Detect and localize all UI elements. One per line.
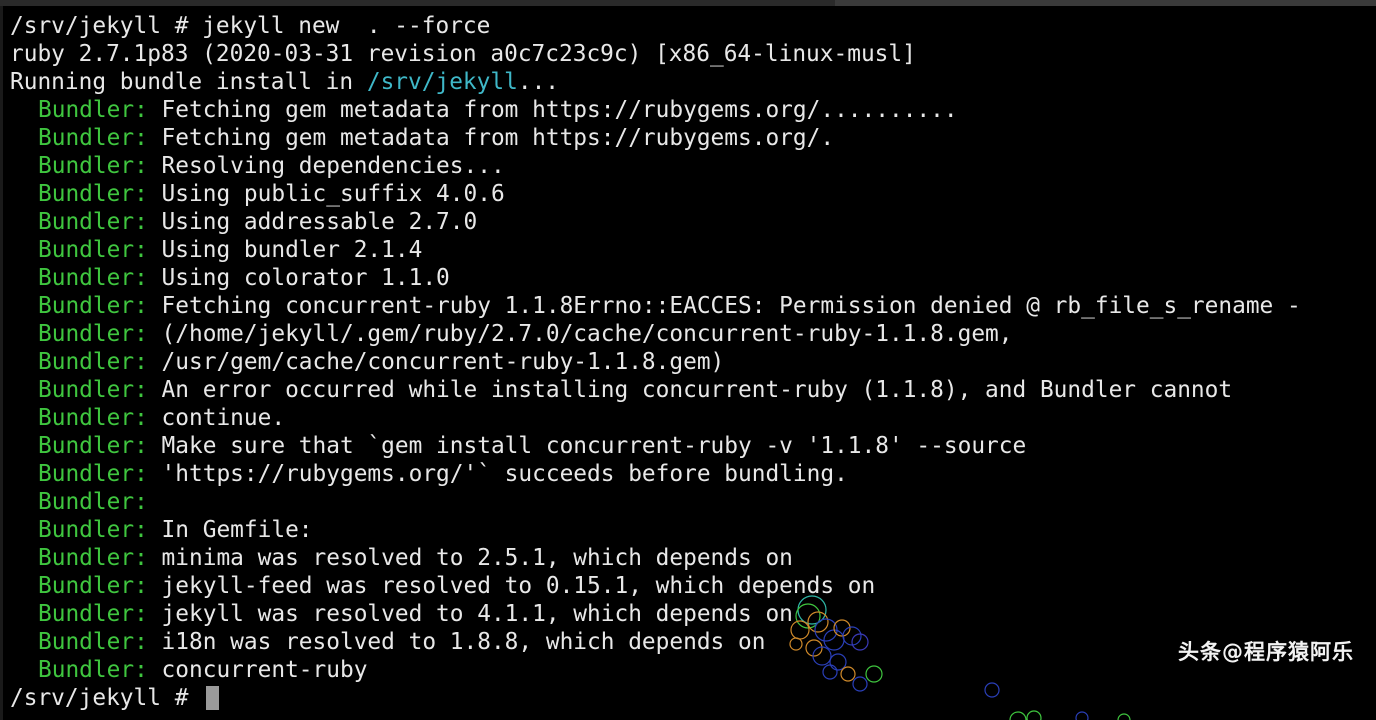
bundler-prefix: Bundler: bbox=[38, 545, 148, 571]
bundler-message: Fetching concurrent-ruby 1.1.8Errno::EAC… bbox=[161, 293, 1301, 319]
bundler-prefix: Bundler: bbox=[38, 181, 148, 207]
terminal-line: Bundler: In Gemfile: bbox=[10, 516, 1376, 544]
bundler-message: continue. bbox=[161, 405, 286, 431]
window-top-border bbox=[0, 0, 835, 6]
shell-prompt: /srv/jekyll # bbox=[10, 685, 203, 711]
line-text: Running bundle install in bbox=[10, 69, 367, 95]
terminal-line: Bundler: Using colorator 1.1.0 bbox=[10, 264, 1376, 292]
line-text: ruby 2.7.1p83 (2020-03-31 revision a0c7c… bbox=[10, 41, 916, 67]
terminal-line: Bundler: i18n was resolved to 1.8.8, whi… bbox=[10, 628, 1376, 656]
bundler-message: Using addressable 2.7.0 bbox=[161, 209, 478, 235]
bundler-message: (/home/jekyll/.gem/ruby/2.7.0/cache/conc… bbox=[161, 321, 1013, 347]
bundler-prefix: Bundler: bbox=[38, 657, 148, 683]
bundler-message: Fetching gem metadata from https://rubyg… bbox=[161, 97, 958, 123]
terminal-line: Bundler: continue. bbox=[10, 404, 1376, 432]
terminal-line: Bundler: jekyll-feed was resolved to 0.1… bbox=[10, 572, 1376, 600]
terminal-line: Bundler: Make sure that `gem install con… bbox=[10, 432, 1376, 460]
bundler-message: An error occurred while installing concu… bbox=[161, 377, 1233, 403]
terminal-line: Bundler: /usr/gem/cache/concurrent-ruby-… bbox=[10, 348, 1376, 376]
bundler-message: Using bundler 2.1.4 bbox=[161, 237, 423, 263]
terminal-line: Bundler: concurrent-ruby bbox=[10, 656, 1376, 684]
terminal-line: Bundler: jekyll was resolved to 4.1.1, w… bbox=[10, 600, 1376, 628]
bundler-message: Using colorator 1.1.0 bbox=[161, 265, 450, 291]
terminal-line: Bundler: Fetching gem metadata from http… bbox=[10, 124, 1376, 152]
terminal-line: Bundler: Using addressable 2.7.0 bbox=[10, 208, 1376, 236]
bundler-prefix: Bundler: bbox=[38, 629, 148, 655]
bundler-prefix: Bundler: bbox=[38, 125, 148, 151]
bundler-message: 'https://rubygems.org/'` succeeds before… bbox=[161, 461, 848, 487]
terminal-output: /srv/jekyll # jekyll new . --force ruby 2… bbox=[10, 12, 1376, 712]
terminal-line: Bundler: Using bundler 2.1.4 bbox=[10, 236, 1376, 264]
bundler-message: Resolving dependencies... bbox=[161, 153, 505, 179]
bundler-message: minima was resolved to 2.5.1, which depe… bbox=[161, 545, 793, 571]
directory-path: /srv/jekyll bbox=[366, 69, 518, 95]
bundler-prefix: Bundler: bbox=[38, 293, 148, 319]
terminal-line: Bundler: Fetching gem metadata from http… bbox=[10, 96, 1376, 124]
bundler-message: i18n was resolved to 1.8.8, which depend… bbox=[161, 629, 766, 655]
bundler-prefix: Bundler: bbox=[38, 265, 148, 291]
terminal-line: Bundler: minima was resolved to 2.5.1, w… bbox=[10, 544, 1376, 572]
cursor-spinner-decoration bbox=[789, 595, 1131, 720]
bundler-message: jekyll was resolved to 4.1.1, which depe… bbox=[161, 601, 793, 627]
bundler-message: Using public_suffix 4.0.6 bbox=[161, 181, 505, 207]
bundler-prefix: Bundler: bbox=[38, 489, 148, 515]
terminal-line: Bundler: An error occurred while install… bbox=[10, 376, 1376, 404]
bundler-prefix: Bundler: bbox=[38, 377, 148, 403]
bundler-prefix: Bundler: bbox=[38, 573, 148, 599]
bundler-prefix: Bundler: bbox=[38, 433, 148, 459]
watermark: 头条@程序猿阿乐 bbox=[1178, 640, 1354, 664]
bundler-prefix: Bundler: bbox=[38, 153, 148, 179]
bundler-prefix: Bundler: bbox=[38, 237, 148, 263]
terminal-window[interactable]: /srv/jekyll # jekyll new . --force ruby 2… bbox=[0, 0, 1376, 720]
terminal-line: /srv/jekyll # jekyll new . --force bbox=[10, 12, 1376, 40]
terminal-line: Bundler: bbox=[10, 488, 1376, 516]
terminal-line: Running bundle install in /srv/jekyll... bbox=[10, 68, 1376, 96]
line-text: /srv/jekyll # jekyll new . --force bbox=[10, 13, 491, 39]
bundler-prefix: Bundler: bbox=[38, 517, 148, 543]
bundler-prefix: Bundler: bbox=[38, 601, 148, 627]
text-cursor[interactable] bbox=[206, 686, 220, 710]
bundler-prefix: Bundler: bbox=[38, 405, 148, 431]
bundler-prefix: Bundler: bbox=[38, 461, 148, 487]
bundler-message: concurrent-ruby bbox=[161, 657, 368, 683]
line-text: ... bbox=[517, 69, 560, 95]
window-top-border-right bbox=[835, 0, 1376, 6]
terminal-line: Bundler: Resolving dependencies... bbox=[10, 152, 1376, 180]
bundler-message: /usr/gem/cache/concurrent-ruby-1.1.8.gem… bbox=[161, 349, 725, 375]
bundler-prefix: Bundler: bbox=[38, 349, 148, 375]
bundler-prefix: Bundler: bbox=[38, 209, 148, 235]
terminal-line: ruby 2.7.1p83 (2020-03-31 revision a0c7c… bbox=[10, 40, 1376, 68]
command-prompt-line[interactable]: /srv/jekyll # bbox=[10, 684, 1376, 712]
bundler-message: Fetching gem metadata from https://rubyg… bbox=[161, 125, 835, 151]
bundler-message: In Gemfile: bbox=[161, 517, 313, 543]
bundler-prefix: Bundler: bbox=[38, 321, 148, 347]
terminal-line: Bundler: Using public_suffix 4.0.6 bbox=[10, 180, 1376, 208]
terminal-line: Bundler: Fetching concurrent-ruby 1.1.8E… bbox=[10, 292, 1376, 320]
bundler-prefix: Bundler: bbox=[38, 97, 148, 123]
terminal-line: Bundler: (/home/jekyll/.gem/ruby/2.7.0/c… bbox=[10, 320, 1376, 348]
bundler-message: Make sure that `gem install concurrent-r… bbox=[161, 433, 1027, 459]
window-left-edge bbox=[0, 6, 3, 720]
terminal-line: Bundler: 'https://rubygems.org/'` succee… bbox=[10, 460, 1376, 488]
